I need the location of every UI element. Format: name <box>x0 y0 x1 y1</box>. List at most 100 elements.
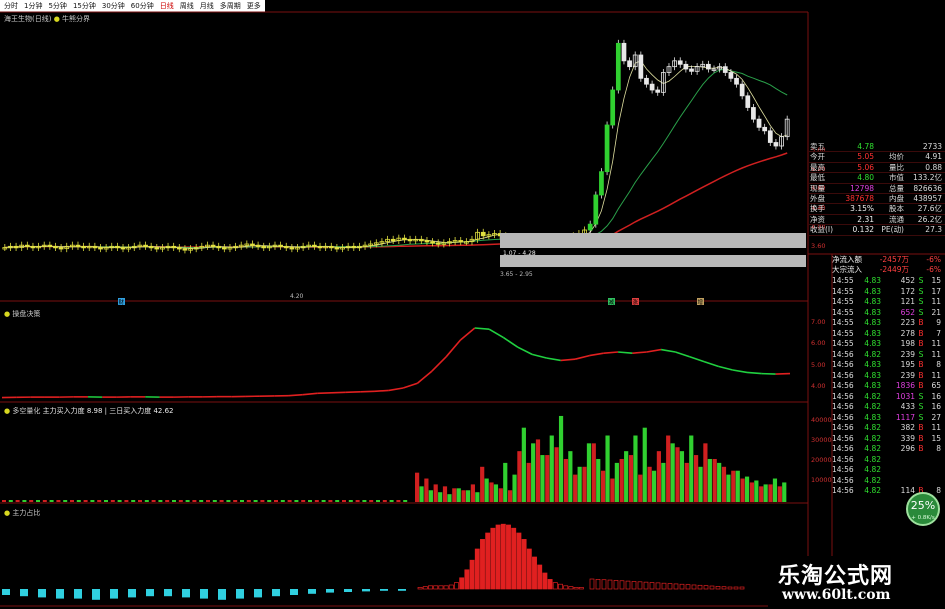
quote-label: 净资 <box>810 214 825 224</box>
bar-main-buy <box>591 443 596 502</box>
quote-value: 4.78 <box>857 142 874 151</box>
flow-value: -2457万 <box>879 255 909 264</box>
bar-3day-buy <box>679 451 685 502</box>
bar-negative <box>308 589 316 594</box>
bar-negative <box>344 589 352 592</box>
volume-bar-small <box>287 500 292 502</box>
ma20-line <box>4 68 788 248</box>
tick-time: 14:56 <box>832 475 854 485</box>
tick-volume <box>881 465 915 476</box>
quote-label-2 <box>874 142 904 151</box>
bar-positive <box>433 585 439 590</box>
candle <box>728 72 734 79</box>
candle <box>182 248 188 251</box>
tick-side: B <box>918 381 924 390</box>
quote-value-2: 26.2亿 <box>917 214 942 224</box>
tick-count: 11 <box>931 370 941 380</box>
bar-main-buy <box>619 458 624 502</box>
bar-3day-buy <box>549 435 554 502</box>
bar-3day-buy <box>661 462 666 502</box>
candle <box>148 245 154 249</box>
tick-time: 14:56 <box>832 349 854 359</box>
tick-price: 4.83 <box>864 370 881 380</box>
tick-volume: 1031 <box>895 391 915 401</box>
bar-3day-buy <box>772 478 778 502</box>
ma5-line <box>4 60 788 249</box>
tick-volume: 382 <box>900 423 915 432</box>
bar-3day-buy <box>763 484 768 502</box>
tick-row: 14:56 4.82 296 B 8 <box>832 444 945 455</box>
bar-positive <box>454 582 459 590</box>
candle <box>599 171 604 196</box>
candle <box>638 54 644 79</box>
bar-positive-tail <box>691 584 697 590</box>
chart-canvas[interactable]: 1.07 - 4.28 3.65 - 2.95 4.20 财 减 涨 增 <box>0 0 945 609</box>
tick-count: 65 <box>931 381 941 390</box>
bar-positive <box>469 559 475 590</box>
tick-time: 14:56 <box>832 360 854 369</box>
watermark-title: 乐淘公式网 <box>778 563 894 589</box>
bar-positive <box>521 539 527 590</box>
tick-time: 14:55 <box>832 307 854 317</box>
bar-positive-tail <box>727 586 733 590</box>
tick-side: S <box>918 307 924 317</box>
decision-line-seg <box>589 352 604 357</box>
tick-count: 11 <box>931 297 941 306</box>
bar-main-buy <box>759 486 764 502</box>
volume-bar-small <box>2 500 6 502</box>
volume-bar-small <box>42 500 47 502</box>
bar-positive <box>547 579 553 590</box>
quote-row: 换手 3.15% 股本 27.6亿 <box>808 204 945 215</box>
volume-bar-small <box>274 500 278 502</box>
tick-row: 14:56 4.83 1836 B 65 <box>832 381 945 392</box>
decision-line-seg <box>618 351 633 354</box>
candle <box>649 83 655 91</box>
decision-line-seg <box>302 392 318 396</box>
tick-list[interactable]: 14:55 4.83 452 S 15 14:55 4.83 172 S 17 14:55 4.83 1… <box>832 276 945 497</box>
quote-value: 5.05 <box>857 152 874 162</box>
bar-3day-buy <box>531 443 536 502</box>
decision-line-seg <box>474 327 490 330</box>
volume-bar-small <box>124 500 129 502</box>
volume-bar-small <box>348 500 353 502</box>
volume-bar-small <box>36 500 40 502</box>
tick-price: 4.83 <box>864 328 881 338</box>
bar-main-buy <box>415 472 420 502</box>
bar-positive-tail <box>655 582 661 590</box>
bar-negative <box>74 589 82 599</box>
decision-line-seg <box>503 336 519 348</box>
axis-p3-label: 20000 <box>811 456 832 464</box>
bar-positive-tail <box>685 584 691 590</box>
quote-value-2: 826636 <box>913 183 942 193</box>
quote-panel: 卖五 4.78 2733 今开 5.05 均价 4.91 最高 5.06 量比 0.88 最低 4.80… <box>808 142 945 236</box>
candle <box>351 245 357 249</box>
volume-bar-small <box>29 500 34 502</box>
candle <box>120 247 126 250</box>
candle <box>143 244 148 248</box>
decision-line-seg <box>632 351 647 354</box>
speed-badge[interactable]: 25% + 0.8K/s <box>906 492 940 526</box>
tick-side: S <box>918 412 924 422</box>
candle <box>644 77 649 85</box>
bar-positive <box>474 548 480 590</box>
tick-price: 4.82 <box>864 402 881 411</box>
bar-main-buy <box>563 458 568 502</box>
bar-main-buy <box>442 486 448 502</box>
tick-price: 4.83 <box>864 412 881 422</box>
bar-positive-tail <box>595 578 601 590</box>
bar-negative <box>128 589 136 598</box>
quote-value: 12798 <box>850 183 874 193</box>
tick-row: 14:55 4.83 121 S 11 <box>832 297 945 308</box>
bar-negative <box>398 589 406 591</box>
tick-volume: 452 <box>900 276 915 285</box>
volume-bar-small <box>212 500 217 502</box>
candle <box>593 194 599 225</box>
candle <box>418 238 424 242</box>
axis-p2-label: 7.00 <box>811 318 826 326</box>
quote-row: 卖五 4.78 2733 <box>808 142 945 153</box>
bar-main-buy <box>582 466 587 502</box>
bar-positive <box>485 532 491 590</box>
tick-row: 14:55 4.83 198 B 11 <box>832 339 945 350</box>
tick-row: 14:55 4.83 452 S 15 <box>832 276 945 287</box>
tick-price: 4.82 <box>864 475 881 485</box>
